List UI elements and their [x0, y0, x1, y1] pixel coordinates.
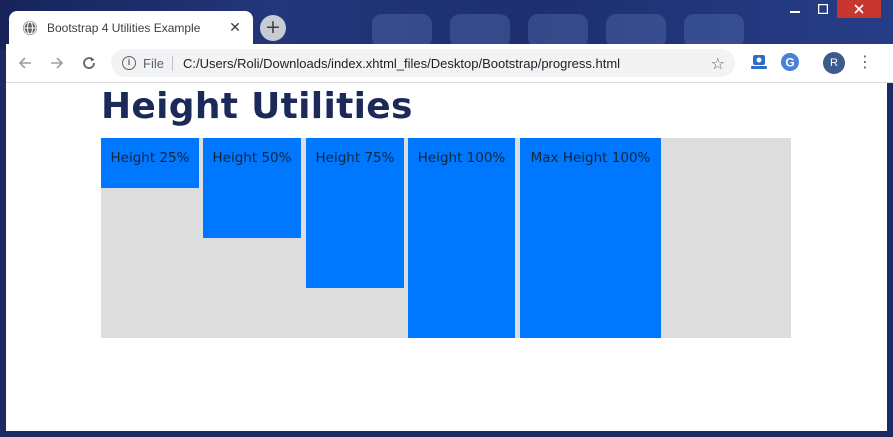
globe-icon — [23, 20, 37, 35]
svg-text:G: G — [785, 56, 794, 70]
browser-toolbar: i File C:/Users/Roli/Downloads/index.xht… — [6, 44, 893, 83]
reload-icon[interactable] — [79, 53, 99, 73]
max-height-100-box: Max Height 100% — [520, 138, 661, 338]
tab-close-icon[interactable]: ✕ — [225, 20, 245, 36]
extension-icon[interactable] — [749, 52, 769, 72]
address-bar[interactable]: i File C:/Users/Roli/Downloads/index.xht… — [111, 49, 735, 77]
back-arrow-icon[interactable] — [15, 53, 35, 73]
google-icon[interactable]: G — [780, 52, 800, 72]
height-75-box: Height 75% — [306, 138, 404, 288]
maximize-icon[interactable] — [809, 0, 837, 18]
height-25-box: Height 25% — [101, 138, 199, 188]
menu-dots-icon[interactable]: ⋮ — [857, 52, 873, 74]
avatar[interactable]: R — [823, 52, 845, 74]
close-window-icon[interactable] — [837, 0, 881, 18]
new-tab-button[interactable]: + — [260, 15, 286, 41]
forward-arrow-icon[interactable] — [47, 53, 67, 73]
tab-title: Bootstrap 4 Utilities Example — [47, 20, 201, 35]
height-demo-container: Height 25% Height 50% Height 75% Height … — [101, 138, 791, 338]
height-50-box: Height 50% — [203, 138, 301, 238]
window-controls — [781, 0, 881, 20]
browser-tab[interactable]: Bootstrap 4 Utilities Example ✕ — [9, 11, 253, 44]
page-content: Height Utilities Height 25% Height 50% H… — [6, 83, 887, 431]
info-icon[interactable]: i — [122, 56, 136, 70]
height-100-box: Height 100% — [408, 138, 515, 338]
browser-window: Bootstrap 4 Utilities Example ✕ + i File… — [6, 0, 893, 437]
page-title: Height Utilities — [101, 86, 413, 127]
tab-strip: Bootstrap 4 Utilities Example ✕ + — [6, 0, 893, 44]
minimize-icon[interactable] — [781, 0, 809, 18]
url-text[interactable]: C:/Users/Roli/Downloads/index.xhtml_file… — [183, 56, 711, 71]
star-icon[interactable]: ☆ — [711, 54, 725, 73]
file-label: File — [143, 55, 173, 71]
